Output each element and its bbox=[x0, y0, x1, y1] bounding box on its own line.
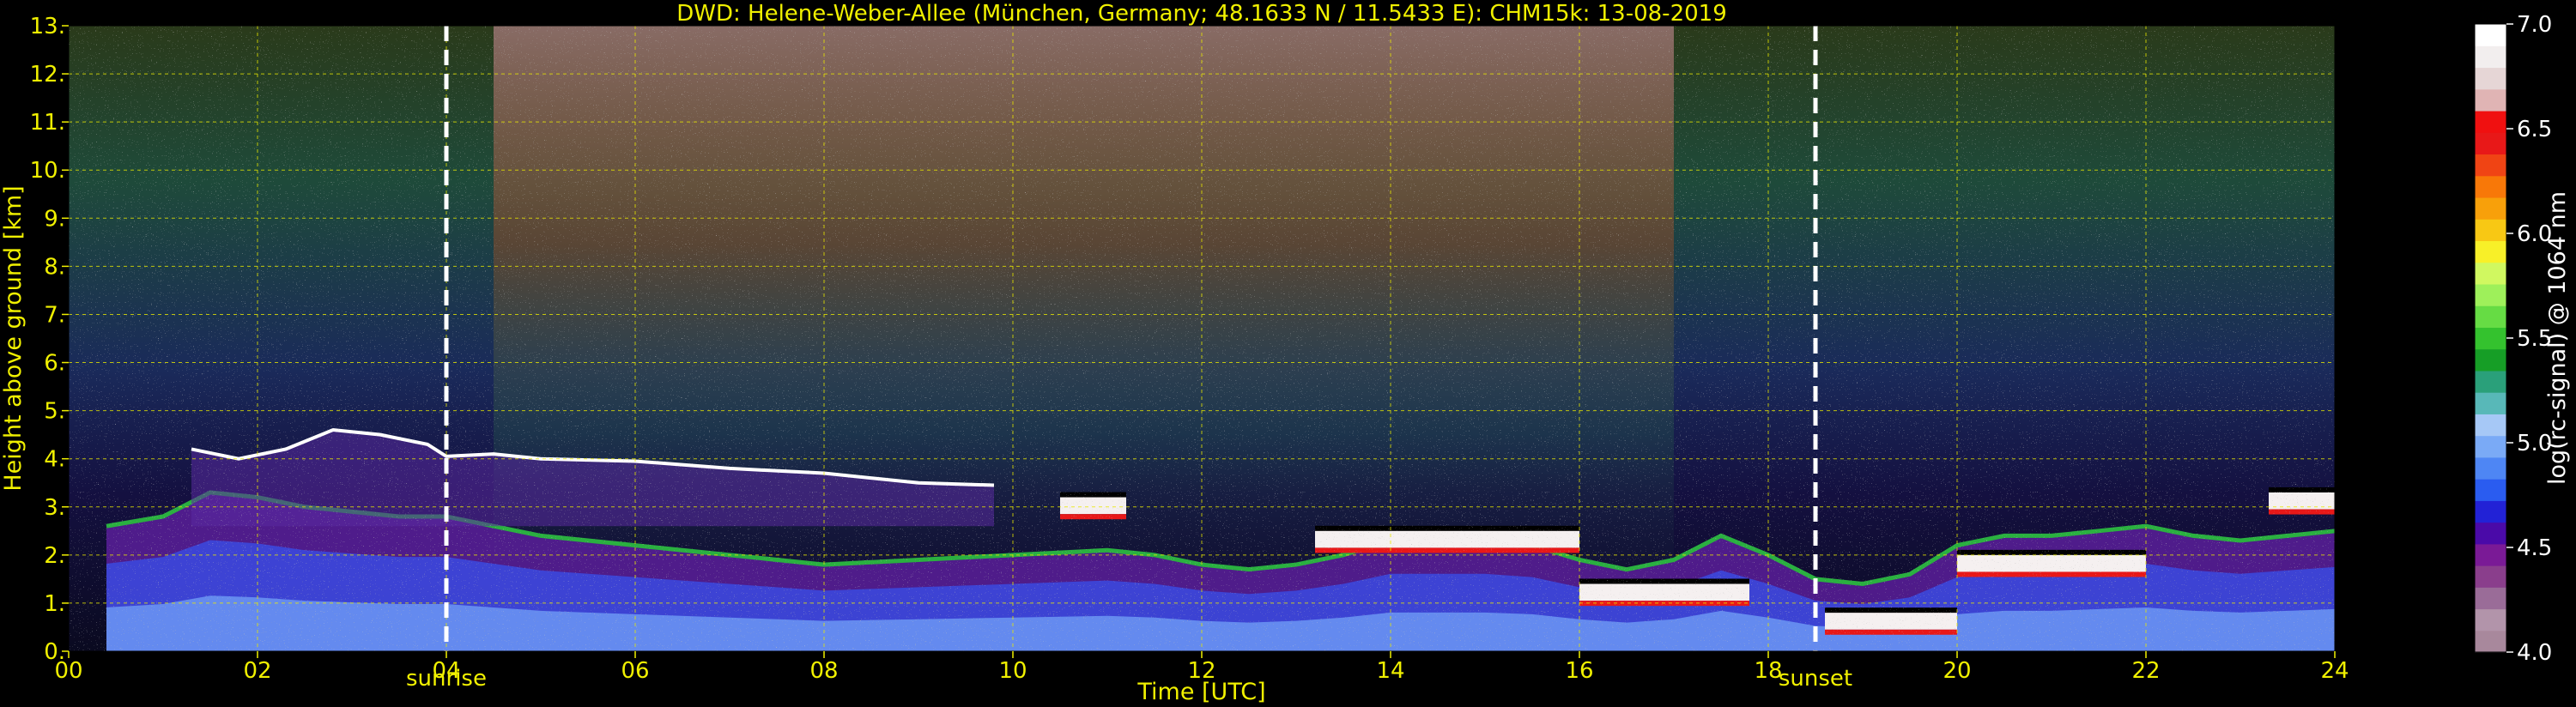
y-axis-ticks: 0. 1. 2. 3. 4. 5. 6. 7. 8. 9. 10. 11. 12. 13. bbox=[30, 14, 69, 665]
colorbar-swatch bbox=[2475, 327, 2506, 350]
colorbar-tick-label: 4.5 bbox=[2517, 535, 2552, 561]
colorbar-swatch bbox=[2475, 587, 2506, 610]
colorbar-swatch bbox=[2475, 630, 2506, 653]
colorbar-swatch bbox=[2475, 219, 2506, 242]
colorbar-label: log(rc-signal) @ 1064 nm bbox=[2544, 191, 2571, 485]
colorbar: 4.04.55.05.56.06.57.0 log(rc-signal) @ 1… bbox=[2474, 12, 2571, 666]
colorbar-swatch bbox=[2475, 283, 2506, 306]
y-tick-label: 11. bbox=[30, 110, 65, 136]
colorbar-swatch bbox=[2475, 370, 2506, 393]
colorbar-tick-label: 7.0 bbox=[2517, 12, 2552, 38]
colorbar-swatch bbox=[2475, 110, 2506, 133]
y-tick-label: 7. bbox=[44, 302, 65, 328]
sunrise-label: sunrise bbox=[406, 666, 487, 692]
x-tick-label: 06 bbox=[621, 658, 649, 684]
colorbar-swatch bbox=[2475, 305, 2506, 328]
y-tick-label: 12. bbox=[30, 62, 65, 88]
colorbar-swatch bbox=[2475, 196, 2506, 220]
colorbar-swatch bbox=[2475, 240, 2506, 263]
y-tick-label: 0. bbox=[44, 639, 65, 665]
x-tick-label: 24 bbox=[2320, 658, 2349, 684]
x-tick-label: 14 bbox=[1376, 658, 1404, 684]
colorbar-swatches bbox=[2475, 24, 2506, 653]
colorbar-swatch bbox=[2475, 132, 2506, 155]
x-axis-ticks: 00 02 04 06 08 10 12 14 16 18 20 22 24 bbox=[54, 651, 2349, 684]
colorbar-swatch bbox=[2475, 175, 2506, 198]
y-tick-label: 2. bbox=[44, 543, 65, 569]
colorbar-swatch bbox=[2475, 24, 2506, 46]
colorbar-swatch bbox=[2475, 456, 2506, 480]
y-tick-label: 9. bbox=[44, 206, 65, 232]
y-tick-label: 1. bbox=[44, 591, 65, 617]
y-tick-label: 6. bbox=[44, 351, 65, 377]
colorbar-tick-label: 4.0 bbox=[2517, 640, 2552, 666]
y-tick-label: 13. bbox=[30, 14, 65, 39]
colorbar-swatch bbox=[2475, 479, 2506, 501]
colorbar-swatch bbox=[2475, 392, 2506, 414]
x-tick-label: 16 bbox=[1565, 658, 1593, 684]
colorbar-swatch bbox=[2475, 435, 2506, 458]
x-tick-label: 08 bbox=[809, 658, 838, 684]
y-tick-label: 5. bbox=[44, 399, 65, 425]
sunset-label: sunset bbox=[1779, 666, 1852, 692]
colorbar-swatch bbox=[2475, 154, 2506, 177]
colorbar-tick-label: 6.5 bbox=[2517, 117, 2552, 142]
colorbar-swatch bbox=[2475, 88, 2506, 112]
colorbar-swatch bbox=[2475, 522, 2506, 545]
colorbar-swatch bbox=[2475, 565, 2506, 588]
x-tick-label: 22 bbox=[2131, 658, 2160, 684]
x-tick-label: 20 bbox=[1943, 658, 1971, 684]
ceilometer-chart: DWD: Helene-Weber-Allee (München, German… bbox=[0, 1, 2571, 705]
y-axis-label: Height above ground [km] bbox=[0, 185, 27, 491]
y-tick-label: 8. bbox=[44, 254, 65, 280]
colorbar-swatch bbox=[2475, 262, 2506, 285]
colorbar-swatch bbox=[2475, 67, 2506, 90]
chart-title: DWD: Helene-Weber-Allee (München, German… bbox=[676, 1, 1727, 27]
plot-area bbox=[69, 26, 2335, 651]
colorbar-swatch bbox=[2475, 45, 2506, 69]
x-tick-label: 02 bbox=[243, 658, 271, 684]
colorbar-swatch bbox=[2475, 348, 2506, 372]
colorbar-swatch bbox=[2475, 608, 2506, 631]
y-tick-label: 10. bbox=[30, 158, 65, 184]
y-tick-label: 4. bbox=[44, 447, 65, 473]
y-tick-label: 3. bbox=[44, 495, 65, 521]
x-tick-label: 10 bbox=[998, 658, 1027, 684]
colorbar-swatch bbox=[2475, 500, 2506, 523]
colorbar-swatch bbox=[2475, 543, 2506, 566]
x-tick-label: 12 bbox=[1187, 658, 1215, 684]
colorbar-swatch bbox=[2475, 414, 2506, 437]
